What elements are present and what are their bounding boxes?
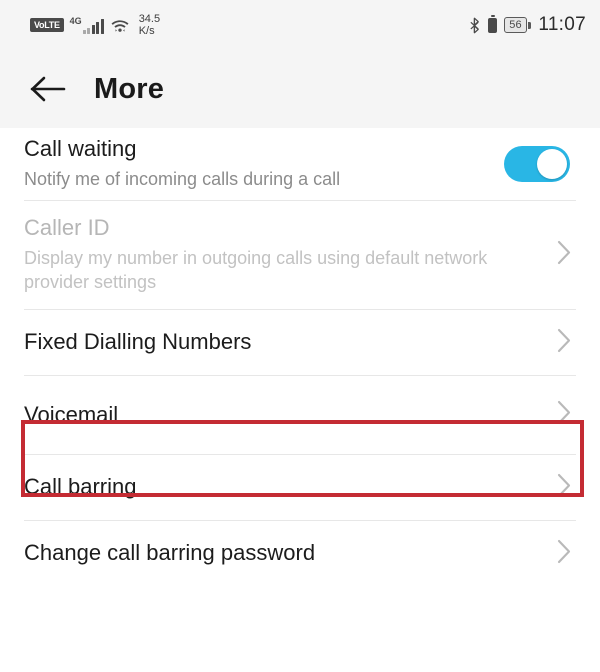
back-arrow-icon [29,74,67,104]
chevron-right-icon [540,472,576,504]
signal-bars-icon [82,18,104,34]
battery-percent-indicator: 56 [504,17,532,33]
status-bar-left: VoLTE 4G 34.5 K/s [30,13,160,38]
list-item-fixed-dialling-numbers[interactable]: Fixed Dialling Numbers [0,310,600,375]
list-item-title: Voicemail [24,401,119,427]
list-item-call-barring[interactable]: Call barring [0,455,600,520]
list-item-title: Change call barring password [24,540,316,566]
battery-icon [488,15,498,33]
list-item-call-waiting[interactable]: Call waiting Notify me of incoming calls… [0,128,600,200]
network-speed-value: 34.5 [138,12,161,25]
list-item-subtitle: Notify me of incoming calls during a cal… [24,169,341,190]
settings-list: Call waiting Notify me of incoming calls… [0,128,600,586]
chevron-right-icon [540,239,576,271]
list-item-title: Call barring [24,474,137,500]
list-item-text: Caller ID Display my number in outgoing … [24,215,540,295]
chevron-right-icon [540,399,576,431]
battery-percent-label: 56 [504,17,527,33]
network-type-label: 4G [69,15,82,26]
volte-icon: VoLTE [30,18,64,32]
list-item-text: Voicemail [24,402,540,428]
chevron-right-icon [540,538,576,570]
list-item-text: Change call barring password [24,540,540,566]
list-item-text: Call barring [24,474,540,500]
cellular-signal-group: 4G [69,15,104,34]
list-item-change-call-barring-password[interactable]: Change call barring password [0,521,600,586]
list-item-title: Caller ID [24,214,110,240]
network-speed: 34.5 K/s [139,13,160,38]
list-item-title: Call waiting [24,135,137,161]
app-bar: More [0,50,600,128]
call-waiting-toggle[interactable] [504,146,570,182]
network-speed-unit: K/s [138,25,155,37]
wifi-icon [110,17,130,33]
list-item-subtitle: Display my number in outgoing calls usin… [24,248,488,293]
back-button[interactable] [26,67,70,111]
clock-label: 11:07 [538,14,586,35]
list-item-text: Fixed Dialling Numbers [24,329,540,355]
list-item-voicemail[interactable]: Voicemail [0,376,600,454]
page-title: More [94,72,165,105]
list-item-title: Fixed Dialling Numbers [24,329,252,355]
status-bar: VoLTE 4G 34.5 K/s 56 11:07 [0,0,600,50]
list-item-caller-id[interactable]: Caller ID Display my number in outgoing … [0,201,600,309]
status-bar-right: 56 11:07 [469,14,586,36]
toggle-knob [537,149,567,179]
bluetooth-icon [469,17,481,34]
list-item-text: Call waiting Notify me of incoming calls… [24,136,504,192]
chevron-right-icon [540,327,576,359]
battery-nub [528,21,532,29]
